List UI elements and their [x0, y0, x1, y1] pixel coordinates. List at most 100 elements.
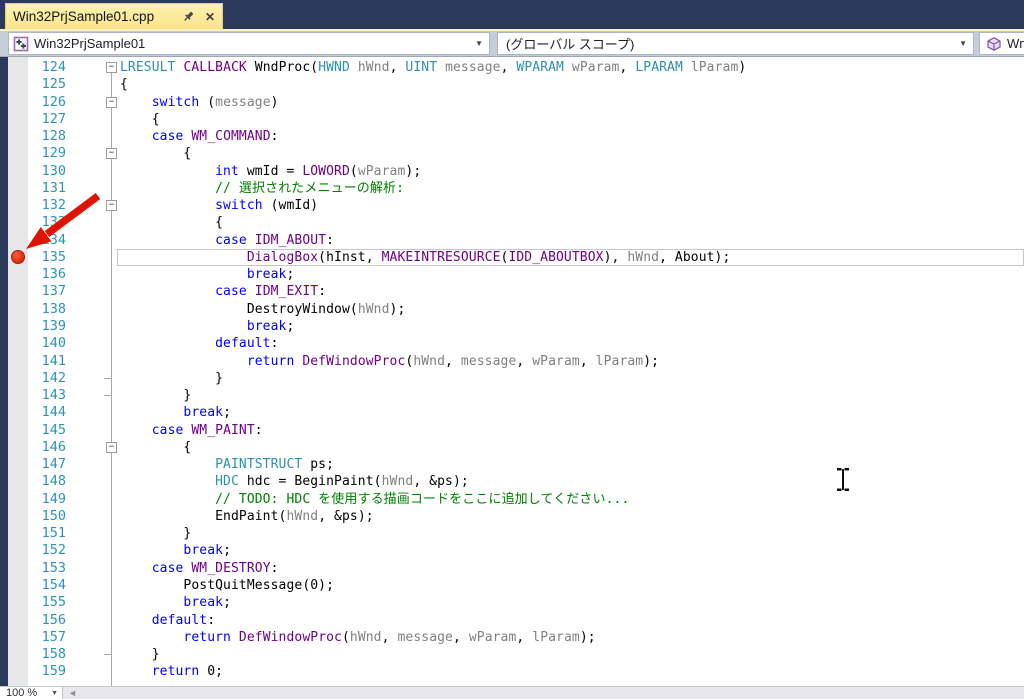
line-number[interactable]: 137 [28, 283, 66, 300]
vs-editor-window: Win32PrjSample01.cpp ✕ [0, 0, 1024, 699]
code-line[interactable]: 135 DialogBox(hInst, MAKEINTRESOURCE(IDD… [0, 249, 1024, 266]
token-plain: ( [350, 164, 358, 179]
code-line[interactable]: 141 return DefWindowProc(hWnd, message, … [0, 353, 1024, 370]
code-line[interactable]: 132− switch (wmId) [0, 197, 1024, 214]
token-plain: , [445, 354, 461, 369]
line-number[interactable]: 142 [28, 370, 66, 387]
code-line[interactable]: 154 PostQuitMessage(0); [0, 577, 1024, 594]
line-number[interactable]: 154 [28, 577, 66, 594]
code-line[interactable]: 159 return 0; [0, 663, 1024, 680]
token-macro: WM_PAINT [191, 423, 254, 438]
line-number[interactable]: 144 [28, 404, 66, 421]
code-line[interactable]: 151 } [0, 525, 1024, 542]
document-tab[interactable]: Win32PrjSample01.cpp ✕ [5, 3, 223, 29]
code-line[interactable]: 146− { [0, 439, 1024, 456]
code-line[interactable]: 142 } [0, 370, 1024, 387]
code-line[interactable]: 137 case IDM_EXIT: [0, 283, 1024, 300]
line-number[interactable]: 140 [28, 335, 66, 352]
line-number[interactable]: 155 [28, 594, 66, 611]
line-number[interactable]: 153 [28, 560, 66, 577]
code-line[interactable]: 147 PAINTSTRUCT ps; [0, 456, 1024, 473]
close-icon[interactable]: ✕ [205, 9, 215, 25]
line-number[interactable]: 124 [28, 59, 66, 76]
line-number[interactable]: 138 [28, 301, 66, 318]
member-dropdown-label: Wn [1007, 36, 1024, 51]
zoom-level-dropdown[interactable]: 100 % ▼ [0, 687, 63, 699]
code-line[interactable]: 152 break; [0, 542, 1024, 559]
line-number[interactable]: 132 [28, 197, 66, 214]
project-dropdown[interactable]: Win32PrjSample01 ▼ [8, 32, 490, 55]
line-number[interactable]: 159 [28, 663, 66, 680]
scope-dropdown[interactable]: (グローバル スコープ) ▼ [497, 32, 974, 55]
line-number[interactable]: 128 [28, 128, 66, 145]
line-number[interactable]: 133 [28, 214, 66, 231]
code-line[interactable]: 158 } [0, 646, 1024, 663]
code-line[interactable]: 155 break; [0, 594, 1024, 611]
fold-collapse-icon[interactable]: − [106, 97, 117, 108]
code-line[interactable]: 129− { [0, 145, 1024, 162]
line-number[interactable]: 126 [28, 94, 66, 111]
member-dropdown[interactable]: Wn [979, 32, 1024, 55]
pin-icon[interactable] [181, 9, 197, 25]
line-number[interactable]: 152 [28, 542, 66, 559]
line-number[interactable]: 150 [28, 508, 66, 525]
line-number[interactable]: 151 [28, 525, 66, 542]
code-line[interactable]: 125{ [0, 76, 1024, 93]
token-param: wParam [469, 630, 517, 645]
breakpoint-dot[interactable] [11, 250, 25, 264]
line-number[interactable]: 156 [28, 612, 66, 629]
code-line[interactable]: 136 break; [0, 266, 1024, 283]
horizontal-scrollbar[interactable]: ◄ [64, 687, 1024, 699]
code-line[interactable]: 149 // TODO: HDC を使用する描画コードをここに追加してください.… [0, 491, 1024, 508]
line-number[interactable]: 147 [28, 456, 66, 473]
code-line[interactable]: 138 DestroyWindow(hWnd); [0, 301, 1024, 318]
line-number[interactable]: 141 [28, 353, 66, 370]
token-plain: , [619, 60, 635, 75]
line-number[interactable]: 143 [28, 387, 66, 404]
token-plain: } [215, 371, 223, 386]
code-line[interactable]: 126− switch (message) [0, 94, 1024, 111]
line-number[interactable]: 131 [28, 180, 66, 197]
token-plain: , &ps); [413, 474, 469, 489]
code-editor[interactable]: 124−LRESULT CALLBACK WndProc(HWND hWnd, … [0, 57, 1024, 686]
token-plain: : [271, 561, 279, 576]
line-number[interactable]: 149 [28, 491, 66, 508]
code-line[interactable]: 143 } [0, 387, 1024, 404]
fold-collapse-icon[interactable]: − [106, 148, 117, 159]
code-line[interactable]: 145 case WM_PAINT: [0, 422, 1024, 439]
line-number[interactable]: 148 [28, 473, 66, 490]
code-line[interactable]: 124−LRESULT CALLBACK WndProc(HWND hWnd, … [0, 59, 1024, 76]
line-number[interactable]: 139 [28, 318, 66, 335]
token-plain: ( [342, 630, 350, 645]
code-line[interactable]: 130 int wmId = LOWORD(wParam); [0, 163, 1024, 180]
code-line[interactable]: 150 EndPaint(hWnd, &ps); [0, 508, 1024, 525]
code-line[interactable]: 140 default: [0, 335, 1024, 352]
code-line[interactable]: 144 break; [0, 404, 1024, 421]
token-macro: WM_COMMAND [191, 129, 270, 144]
line-number[interactable]: 157 [28, 629, 66, 646]
fold-collapse-icon[interactable]: − [106, 442, 117, 453]
line-number[interactable]: 158 [28, 646, 66, 663]
code-line[interactable]: 157 return DefWindowProc(hWnd, message, … [0, 629, 1024, 646]
code-line[interactable]: 127 { [0, 111, 1024, 128]
line-number[interactable]: 130 [28, 163, 66, 180]
line-number[interactable]: 127 [28, 111, 66, 128]
code-line[interactable]: 153 case WM_DESTROY: [0, 560, 1024, 577]
line-number[interactable]: 129 [28, 145, 66, 162]
line-number[interactable]: 134 [28, 232, 66, 249]
code-line[interactable]: 134 case IDM_ABOUT: [0, 232, 1024, 249]
code-line[interactable]: 133 { [0, 214, 1024, 231]
code-line[interactable]: 156 default: [0, 612, 1024, 629]
line-number[interactable]: 136 [28, 266, 66, 283]
line-number[interactable]: 135 [28, 249, 66, 266]
code-line[interactable]: 148 HDC hdc = BeginPaint(hWnd, &ps); [0, 473, 1024, 490]
code-line[interactable]: 139 break; [0, 318, 1024, 335]
token-param: wParam [532, 354, 580, 369]
code-line[interactable]: 128 case WM_COMMAND: [0, 128, 1024, 145]
code-line[interactable]: 131 // 選択されたメニューの解析: [0, 180, 1024, 197]
line-number[interactable]: 125 [28, 76, 66, 93]
line-number[interactable]: 145 [28, 422, 66, 439]
fold-collapse-icon[interactable]: − [106, 200, 117, 211]
line-number[interactable]: 146 [28, 439, 66, 456]
fold-collapse-icon[interactable]: − [106, 62, 117, 73]
